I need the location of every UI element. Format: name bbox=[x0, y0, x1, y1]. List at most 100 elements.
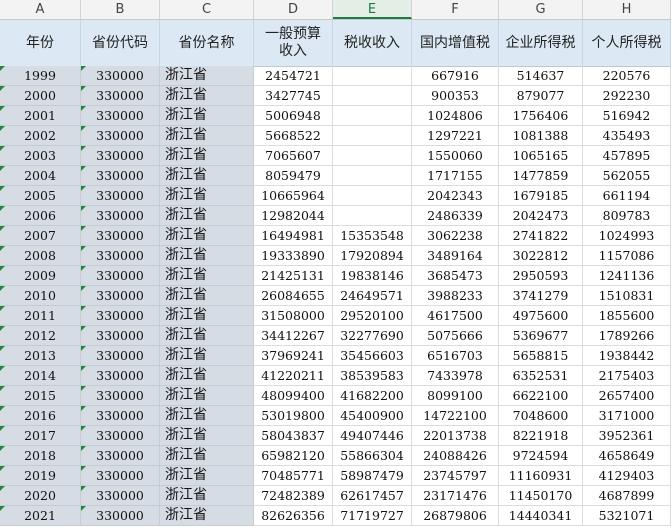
cell-b[interactable]: 330000 bbox=[81, 486, 160, 506]
cell-b[interactable]: 330000 bbox=[81, 306, 160, 326]
cell-f[interactable]: 1297221 bbox=[412, 126, 499, 146]
cell-c[interactable]: 浙江省 bbox=[160, 506, 254, 526]
cell-e[interactable]: 17920894 bbox=[333, 246, 412, 266]
cell-a[interactable]: 1999 bbox=[0, 66, 81, 86]
cell-g[interactable]: 4975600 bbox=[499, 306, 583, 326]
cell-f[interactable]: 3685473 bbox=[412, 266, 499, 286]
cell-h[interactable]: 1855600 bbox=[583, 306, 671, 326]
cell-e[interactable]: 15353548 bbox=[333, 226, 412, 246]
cell-b[interactable]: 330000 bbox=[81, 426, 160, 446]
cell-h[interactable]: 1510831 bbox=[583, 286, 671, 306]
cell-b[interactable]: 330000 bbox=[81, 226, 160, 246]
column-header-f[interactable]: F bbox=[412, 0, 499, 19]
cell-e[interactable]: 58987479 bbox=[333, 466, 412, 486]
cell-e[interactable] bbox=[333, 186, 412, 206]
column-header-g[interactable]: G bbox=[499, 0, 583, 19]
header-cell-c[interactable]: 省份名称 bbox=[160, 20, 254, 66]
cell-f[interactable]: 2486339 bbox=[412, 206, 499, 226]
cell-f[interactable]: 22013738 bbox=[412, 426, 499, 446]
cell-d[interactable]: 8059479 bbox=[254, 166, 333, 186]
cell-a[interactable]: 2021 bbox=[0, 506, 81, 526]
column-header-e[interactable]: E bbox=[333, 0, 412, 19]
cell-a[interactable]: 2011 bbox=[0, 306, 81, 326]
cell-h[interactable]: 2657400 bbox=[583, 386, 671, 406]
cell-a[interactable]: 2008 bbox=[0, 246, 81, 266]
cell-d[interactable]: 65982120 bbox=[254, 446, 333, 466]
cell-f[interactable]: 23171476 bbox=[412, 486, 499, 506]
cell-e[interactable] bbox=[333, 206, 412, 226]
cell-b[interactable]: 330000 bbox=[81, 66, 160, 86]
cell-f[interactable]: 3988233 bbox=[412, 286, 499, 306]
cell-e[interactable] bbox=[333, 166, 412, 186]
cell-h[interactable]: 1157086 bbox=[583, 246, 671, 266]
cell-c[interactable]: 浙江省 bbox=[160, 406, 254, 426]
cell-g[interactable]: 1065165 bbox=[499, 146, 583, 166]
cell-c[interactable]: 浙江省 bbox=[160, 426, 254, 446]
cell-d[interactable]: 5006948 bbox=[254, 106, 333, 126]
cell-h[interactable]: 1789266 bbox=[583, 326, 671, 346]
cell-b[interactable]: 330000 bbox=[81, 126, 160, 146]
cell-c[interactable]: 浙江省 bbox=[160, 186, 254, 206]
cell-b[interactable]: 330000 bbox=[81, 266, 160, 286]
cell-e[interactable]: 62617457 bbox=[333, 486, 412, 506]
cell-d[interactable]: 48099400 bbox=[254, 386, 333, 406]
column-header-h[interactable]: H bbox=[583, 0, 671, 19]
cell-h[interactable]: 661194 bbox=[583, 186, 671, 206]
cell-h[interactable]: 4658649 bbox=[583, 446, 671, 466]
cell-d[interactable]: 2454721 bbox=[254, 66, 333, 86]
cell-g[interactable]: 9724594 bbox=[499, 446, 583, 466]
cell-h[interactable]: 1024993 bbox=[583, 226, 671, 246]
cell-a[interactable]: 2002 bbox=[0, 126, 81, 146]
column-header-b[interactable]: B bbox=[81, 0, 160, 19]
cell-f[interactable]: 900353 bbox=[412, 86, 499, 106]
cell-c[interactable]: 浙江省 bbox=[160, 246, 254, 266]
cell-d[interactable]: 21425131 bbox=[254, 266, 333, 286]
cell-f[interactable]: 14722100 bbox=[412, 406, 499, 426]
cell-b[interactable]: 330000 bbox=[81, 446, 160, 466]
column-header-d[interactable]: D bbox=[254, 0, 333, 19]
cell-g[interactable]: 3022812 bbox=[499, 246, 583, 266]
cell-e[interactable]: 35456603 bbox=[333, 346, 412, 366]
cell-d[interactable]: 31508000 bbox=[254, 306, 333, 326]
cell-b[interactable]: 330000 bbox=[81, 326, 160, 346]
cell-e[interactable]: 45400900 bbox=[333, 406, 412, 426]
cell-e[interactable] bbox=[333, 126, 412, 146]
cell-f[interactable]: 2042343 bbox=[412, 186, 499, 206]
cell-d[interactable]: 41220211 bbox=[254, 366, 333, 386]
cell-d[interactable]: 53019800 bbox=[254, 406, 333, 426]
cell-e[interactable]: 24649571 bbox=[333, 286, 412, 306]
cell-f[interactable]: 4617500 bbox=[412, 306, 499, 326]
cell-d[interactable]: 16494981 bbox=[254, 226, 333, 246]
cell-f[interactable]: 26879806 bbox=[412, 506, 499, 526]
cell-h[interactable]: 3171000 bbox=[583, 406, 671, 426]
cell-d[interactable]: 58043837 bbox=[254, 426, 333, 446]
cell-b[interactable]: 330000 bbox=[81, 506, 160, 526]
cell-b[interactable]: 330000 bbox=[81, 386, 160, 406]
header-cell-a[interactable]: 年份 bbox=[0, 20, 81, 66]
cell-e[interactable]: 49407446 bbox=[333, 426, 412, 446]
cell-d[interactable]: 26084655 bbox=[254, 286, 333, 306]
cell-a[interactable]: 2014 bbox=[0, 366, 81, 386]
cell-d[interactable]: 3427745 bbox=[254, 86, 333, 106]
cell-g[interactable]: 6622100 bbox=[499, 386, 583, 406]
header-cell-e[interactable]: 税收收入 bbox=[333, 20, 412, 66]
cell-g[interactable]: 5369677 bbox=[499, 326, 583, 346]
cell-b[interactable]: 330000 bbox=[81, 106, 160, 126]
cell-d[interactable]: 37969241 bbox=[254, 346, 333, 366]
cell-g[interactable]: 2741822 bbox=[499, 226, 583, 246]
cell-b[interactable]: 330000 bbox=[81, 346, 160, 366]
cell-c[interactable]: 浙江省 bbox=[160, 266, 254, 286]
cell-a[interactable]: 2017 bbox=[0, 426, 81, 446]
cell-h[interactable]: 457895 bbox=[583, 146, 671, 166]
cell-b[interactable]: 330000 bbox=[81, 246, 160, 266]
cell-d[interactable]: 10665964 bbox=[254, 186, 333, 206]
cell-f[interactable]: 1717155 bbox=[412, 166, 499, 186]
cell-g[interactable]: 1081388 bbox=[499, 126, 583, 146]
cell-a[interactable]: 2013 bbox=[0, 346, 81, 366]
cell-g[interactable]: 1679185 bbox=[499, 186, 583, 206]
cell-e[interactable]: 38539583 bbox=[333, 366, 412, 386]
cell-f[interactable]: 6516703 bbox=[412, 346, 499, 366]
cell-c[interactable]: 浙江省 bbox=[160, 226, 254, 246]
cell-b[interactable]: 330000 bbox=[81, 86, 160, 106]
cell-g[interactable]: 1477859 bbox=[499, 166, 583, 186]
